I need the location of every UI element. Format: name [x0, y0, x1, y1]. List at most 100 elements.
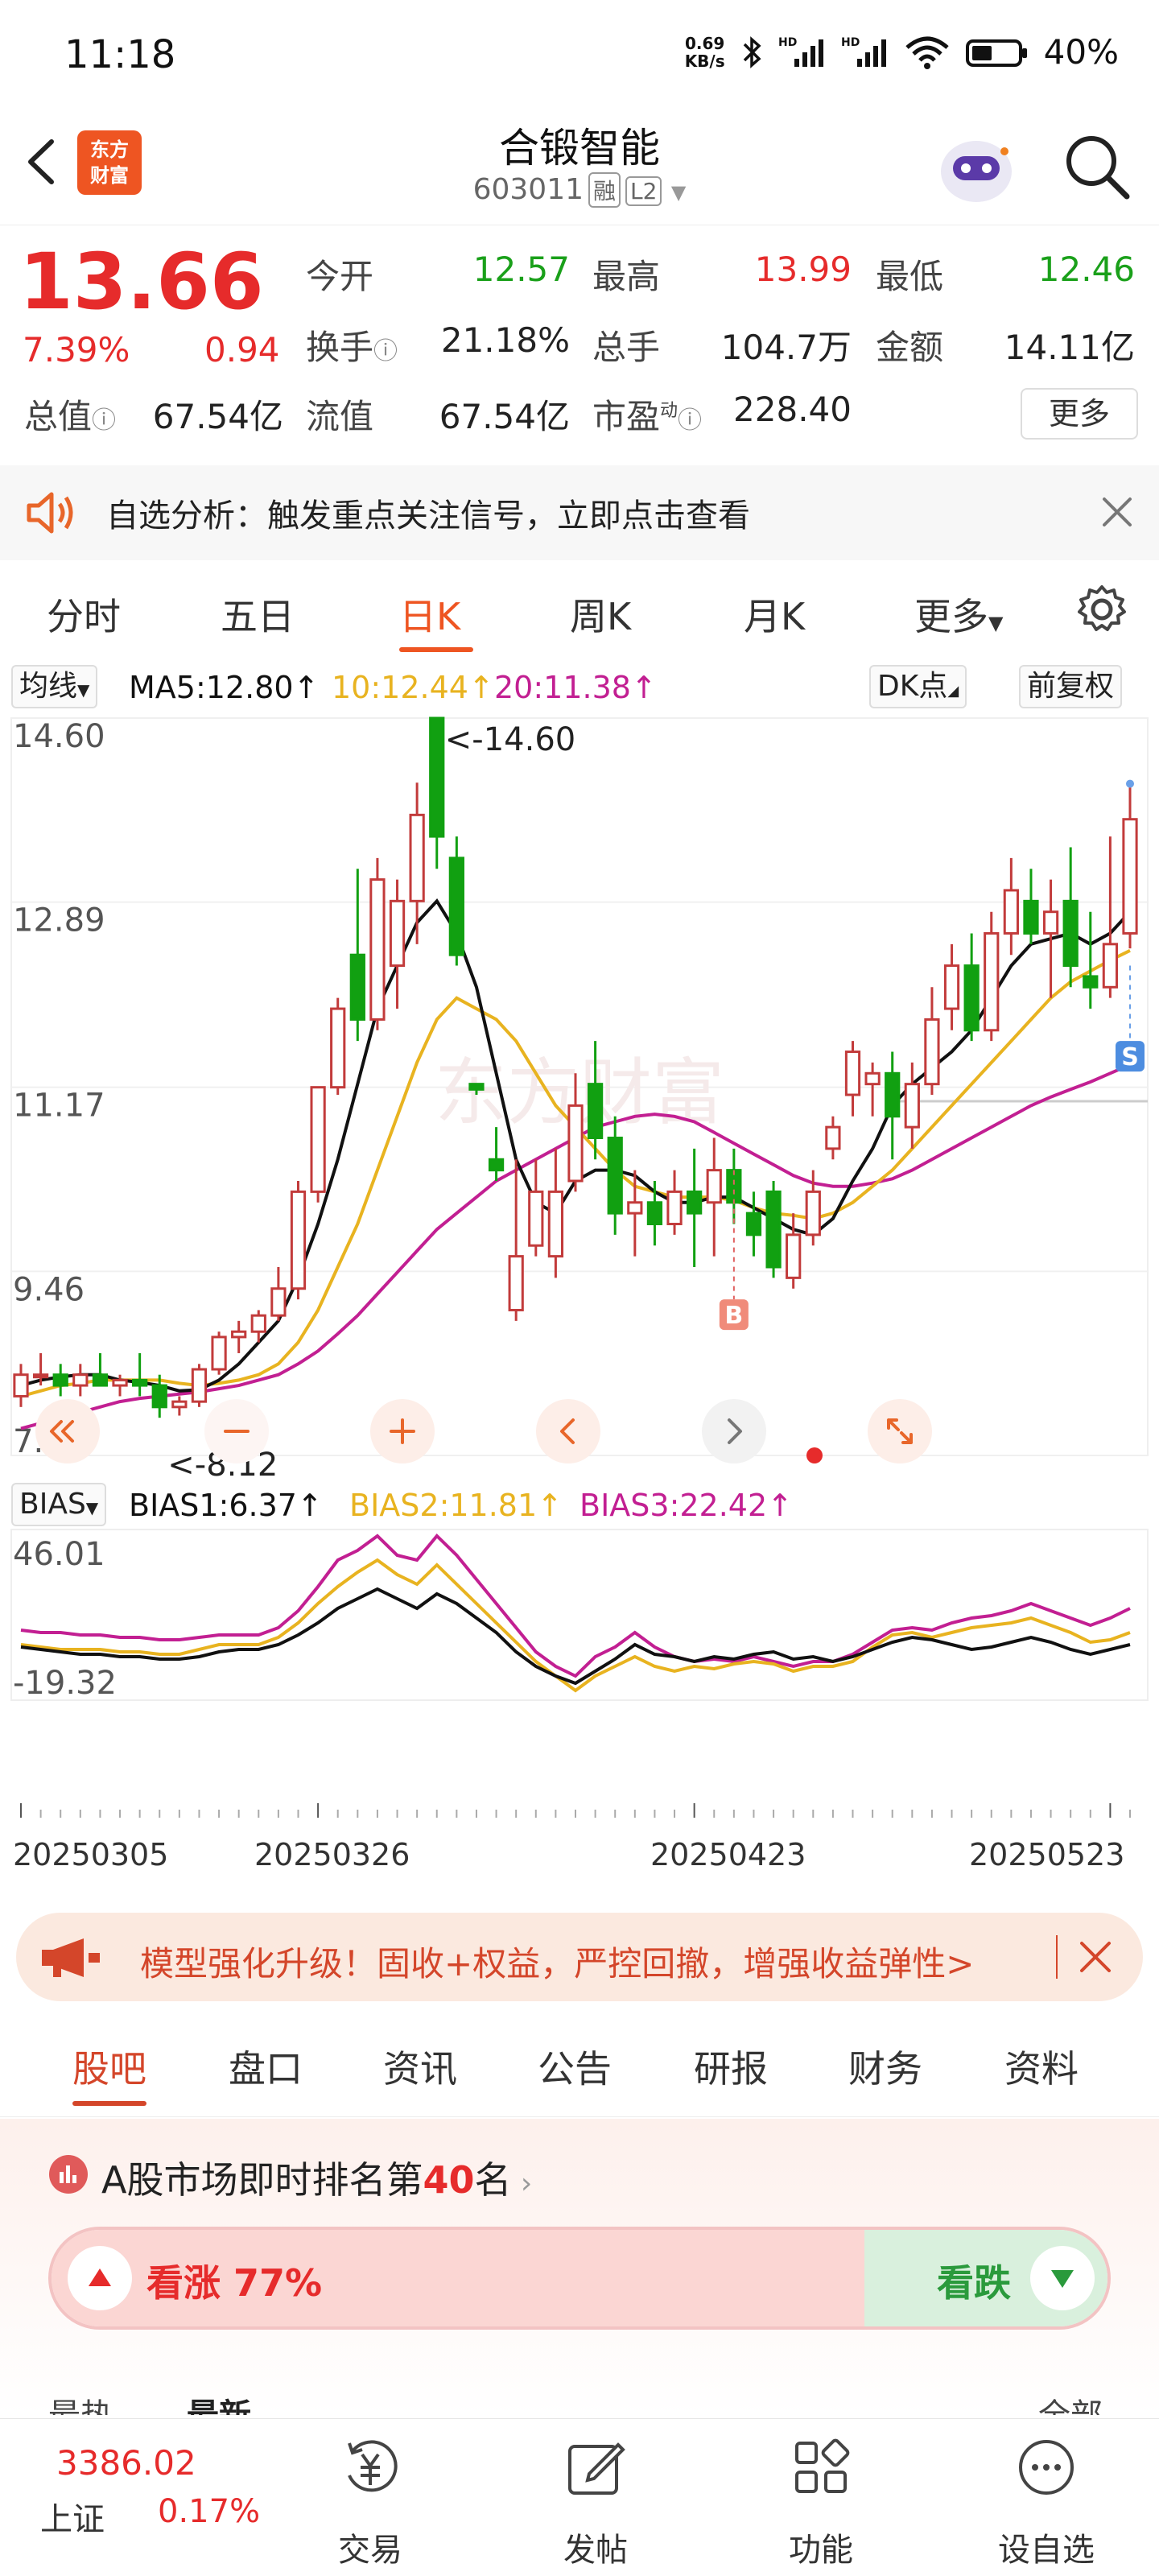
ranking-title[interactable]: A股市场即时排名第40名 › — [101, 2151, 532, 2204]
bull-button[interactable] — [68, 2246, 132, 2310]
promo-banner[interactable]: 模型强化升级！固收+权益，严控回撤，增强收益弹性> — [16, 1913, 1143, 2001]
bias3-line — [20, 1534, 1131, 1678]
sort-hot[interactable]: 最热 — [48, 2389, 113, 2415]
bear-button[interactable] — [1030, 2246, 1095, 2310]
candle-body — [488, 1158, 505, 1172]
candle-body — [191, 1368, 208, 1403]
triangle-down-icon — [1051, 2270, 1074, 2288]
index-value[interactable]: 3386.02 — [56, 2443, 196, 2483]
candle-body — [1122, 818, 1138, 935]
candle-body — [666, 1190, 683, 1225]
close-icon[interactable] — [1079, 1940, 1112, 1974]
candle-body — [389, 899, 406, 968]
status-icons: 0.69 KB/s HD HD 40% — [685, 32, 1119, 72]
tab-daily-k[interactable]: 日K — [399, 588, 460, 641]
vote-bar: 看涨 77% 看跌 — [48, 2227, 1111, 2330]
float-cap-value: 67.54亿 — [439, 397, 570, 436]
candle-body — [1083, 975, 1099, 989]
date-label: 20250305 — [13, 1837, 169, 1872]
scroll-left-button[interactable] — [536, 1399, 600, 1463]
low-label: 最低 — [876, 257, 944, 296]
notice-text: 自选分析：触发重点关注信号，立即点击查看 — [106, 497, 750, 535]
bias-selector[interactable]: BIAS▼ — [11, 1483, 107, 1526]
stock-code: 603011 — [472, 173, 584, 206]
dk-point-button[interactable]: DK点◢ — [869, 665, 967, 708]
tab-research[interactable]: 研报 — [694, 2040, 768, 2093]
tab-news[interactable]: 资讯 — [383, 2040, 457, 2093]
caret-down-icon: ▼ — [77, 680, 90, 700]
status-bar: 11:18 0.69 KB/s HD HD 40% — [0, 0, 1159, 113]
caret-down-icon: ▼ — [988, 612, 1004, 634]
gear-icon[interactable] — [1075, 583, 1128, 636]
scroll-left-fast-button[interactable] — [35, 1399, 100, 1463]
search-icon[interactable] — [1061, 130, 1133, 203]
tab-financials[interactable]: 财务 — [848, 2040, 922, 2093]
market-cap-label[interactable]: 总值ⓘ — [24, 390, 116, 439]
amount-value: 14.11亿 — [1004, 328, 1135, 367]
candle-body — [805, 1190, 821, 1236]
tab-more[interactable]: 更多▼ — [914, 588, 1003, 641]
robot-assistant-icon[interactable] — [932, 127, 1021, 208]
scroll-right-button[interactable] — [702, 1399, 766, 1463]
price-axis-label: 9.46 — [13, 1271, 85, 1308]
speaker-icon — [27, 492, 73, 534]
low-value: 12.46 — [1037, 250, 1135, 289]
candle-body — [32, 1373, 49, 1379]
signal-hd-icon: HD — [778, 36, 823, 67]
level2-tag: L2 — [625, 176, 662, 206]
high-value: 13.99 — [754, 250, 852, 289]
bias-indicator-bar: BIAS▼ BIAS1:6.37↑ BIAS2:11.81↑ BIAS3:22.… — [0, 1481, 1159, 1530]
candle-body — [943, 964, 960, 1010]
close-icon[interactable] — [1101, 496, 1133, 528]
candle-body — [330, 1007, 346, 1089]
bias-panel-frame — [10, 1529, 1149, 1701]
content-tabs: 股吧 盘口 资讯 公告 研报 财务 资料 — [0, 2021, 1159, 2117]
open-value: 12.57 — [472, 250, 570, 289]
price-axis-label: 12.89 — [13, 902, 105, 939]
candle-body — [786, 1233, 802, 1279]
tab-order-book[interactable]: 盘口 — [229, 2040, 303, 2093]
pe-label[interactable]: 市盈动ⓘ — [592, 390, 702, 439]
candle-body — [132, 1378, 148, 1387]
candle-body — [984, 931, 1000, 1032]
tab-weekly-k[interactable]: 周K — [570, 588, 631, 641]
kline-chart[interactable]: 14.6012.8911.179.467.75东方财富<-14.60<-8.12… — [0, 715, 1159, 1834]
ma10-value: 10:12.44↑ — [332, 670, 494, 705]
megaphone-icon — [42, 1938, 100, 1977]
info-icon: ⓘ — [678, 407, 703, 435]
candle-body — [825, 1125, 841, 1150]
tab-five-day[interactable]: 五日 — [221, 588, 295, 641]
price-adjust-button[interactable]: 前复权 — [1019, 665, 1123, 708]
max-price-label: <-14.60 — [445, 721, 575, 758]
battery-icon — [965, 39, 1027, 67]
turnover-label[interactable]: 换手ⓘ — [306, 320, 398, 369]
tab-profile[interactable]: 资料 — [1004, 2040, 1079, 2093]
svg-text:HD: HD — [841, 36, 860, 49]
indicator-selector[interactable]: 均线▼ — [11, 665, 98, 708]
turnover-value: 21.18% — [440, 320, 570, 360]
active-tab-indicator — [399, 647, 473, 652]
candle-body — [250, 1314, 266, 1333]
tab-announcements[interactable]: 公告 — [538, 2040, 612, 2093]
candle-body — [587, 1083, 604, 1140]
sort-new[interactable]: 最新 — [187, 2389, 251, 2415]
filter-all[interactable]: 全部 — [1038, 2389, 1103, 2415]
tab-intraday[interactable]: 分时 — [47, 588, 121, 641]
fullscreen-button[interactable] — [868, 1399, 932, 1463]
analysis-notice[interactable]: 自选分析：触发重点关注信号，立即点击查看 — [0, 465, 1159, 560]
signal-hd-icon: HD — [841, 36, 886, 67]
ma5-value: MA5:12.80↑ — [129, 670, 320, 705]
tab-forum[interactable]: 股吧 — [72, 2040, 146, 2093]
tab-monthly-k[interactable]: 月K — [744, 588, 805, 641]
banner-text: 模型强化升级！固收+权益，严控回撤，增强收益弹性> — [140, 1944, 975, 1984]
candle-body — [1042, 910, 1059, 935]
date-axis: 20250305 20250326 20250423 20250523 — [0, 1834, 1159, 1882]
more-button[interactable]: 更多 — [1021, 388, 1138, 440]
ranking-icon — [49, 2155, 88, 2194]
candle-body — [231, 1330, 247, 1339]
candle-body — [508, 1255, 524, 1311]
open-label: 今开 — [306, 257, 374, 296]
high-label: 最高 — [592, 257, 661, 296]
candle-body — [369, 878, 386, 1021]
bull-label: 看涨 77% — [146, 2261, 323, 2305]
